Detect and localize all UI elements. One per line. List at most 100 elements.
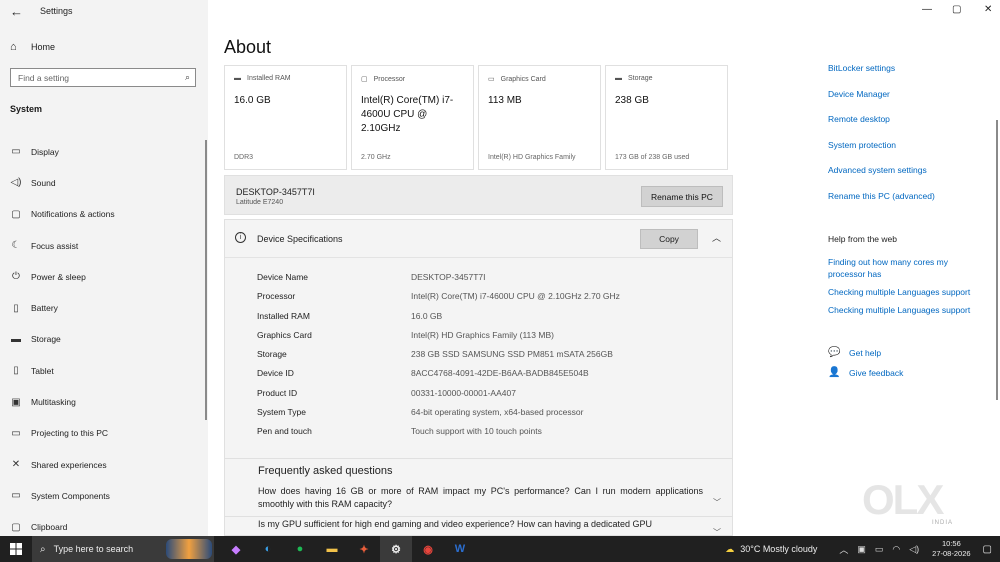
page-scrollbar[interactable] [996, 120, 998, 400]
sidebar-item-battery[interactable]: ▯ Battery [10, 292, 115, 323]
search-icon: ⌕ [184, 72, 190, 82]
sidebar-item-label: Sound [31, 177, 56, 188]
rename-pc-button[interactable]: Rename this PC [641, 186, 723, 207]
link-advanced-system[interactable]: Advanced system settings [828, 164, 927, 176]
taskbar-search[interactable]: ⌕ Type here to search [32, 536, 214, 562]
display-icon: ▭ [11, 146, 21, 158]
web-link-cores[interactable]: Finding out how many cores my processor … [828, 256, 968, 280]
copy-button[interactable]: Copy [640, 229, 698, 249]
weather-widget[interactable]: ☁ 30°C Mostly cloudy [725, 544, 817, 555]
graphics-icon: ▭ [488, 76, 495, 83]
card-sub: 173 GB of 238 GB used [615, 154, 690, 161]
storage-icon: ▬ [615, 75, 622, 82]
back-arrow-icon[interactable]: ← [10, 4, 23, 19]
chevron-down-icon[interactable]: ﹀ [713, 497, 721, 508]
multitasking-icon: ▣ [11, 396, 21, 408]
spec-row: System Type 64-bit operating system, x64-… [257, 407, 620, 426]
faq-question[interactable]: How does having 16 GB or more of RAM imp… [258, 485, 703, 511]
edge-icon[interactable]: ◐ [252, 536, 284, 562]
clock[interactable]: 10:56 27-08-2026 [932, 539, 970, 559]
spec-key: Product ID [257, 387, 298, 398]
give-feedback-label: Give feedback [849, 367, 904, 378]
sidebar-item-label: Focus assist [31, 240, 79, 251]
chevron-up-icon[interactable]: ︿ [839, 543, 848, 556]
spotify-icon[interactable]: ● [284, 536, 316, 562]
sidebar-item-notifications[interactable]: ▢ Notifications & actions [10, 199, 114, 230]
card-value: Intel(R) Core(TM) i7-4600U CPU @ 2.10GHz [361, 95, 454, 134]
sidebar-item-focus-assist[interactable]: ☾ Focus assist [10, 230, 115, 261]
card-header: Storage [628, 75, 653, 82]
sidebar-item-power[interactable]: ⏻ Power & sleep [10, 261, 115, 292]
notifications-icon: ▢ [11, 208, 21, 220]
sidebar-item-label: Tablet [31, 365, 54, 376]
notifications-icon[interactable]: ▢ [983, 544, 992, 555]
link-remote-desktop[interactable]: Remote desktop [828, 113, 890, 125]
sidebar-item-label: Display [31, 146, 59, 157]
sidebar-item-components[interactable]: ▭ System Components [10, 480, 115, 511]
card-processor: ▢ Processor Intel(R) Core(TM) i7-4600U CP… [351, 65, 474, 170]
sidebar-scrollbar[interactable] [205, 140, 207, 420]
link-device-manager[interactable]: Device Manager [828, 88, 890, 100]
sidebar-item-display[interactable]: ▭ Display [10, 136, 115, 167]
faq-question[interactable]: Is my GPU sufficient for high end gaming… [258, 518, 703, 531]
spec-row: Device Name DESKTOP-3457T7I [257, 272, 620, 291]
sidebar-item-storage[interactable]: ▬ Storage [10, 324, 115, 355]
sidebar-item-multitasking[interactable]: ▣ Multitasking [10, 386, 115, 417]
link-rename-advanced[interactable]: Rename this PC (advanced) [828, 190, 935, 202]
maximize-icon[interactable]: ▢ [952, 4, 961, 15]
app-icon[interactable]: ✦ [348, 536, 380, 562]
spec-row: Processor Intel(R) Core(TM) i7-4600U CPU … [257, 291, 620, 310]
sidebar-item-projecting[interactable]: ▭ Projecting to this PC [10, 418, 115, 449]
card-sub: 2.70 GHz [361, 154, 391, 161]
sidebar-item-label: Power & sleep [31, 271, 86, 282]
word-icon[interactable]: W [444, 536, 476, 562]
spec-value: DESKTOP-3457T7I [411, 272, 486, 282]
spec-key: Installed RAM [257, 310, 310, 321]
projecting-icon: ▭ [11, 427, 21, 439]
section-heading: System [10, 104, 43, 114]
sidebar-home[interactable]: ⌂ Home [10, 41, 55, 53]
chrome-icon[interactable]: ◉ [412, 536, 444, 562]
storage-icon: ▬ [11, 333, 21, 345]
camera-icon[interactable]: ▣ [857, 544, 866, 555]
get-help-label: Get help [849, 347, 882, 358]
card-sub: Intel(R) HD Graphics Family [488, 154, 576, 161]
shared-icon: ✕ [11, 459, 21, 471]
windows-start-icon[interactable] [0, 536, 32, 562]
sidebar-item-tablet[interactable]: ▯ Tablet [10, 355, 115, 386]
components-icon: ▭ [11, 490, 21, 502]
minimize-icon[interactable]: — [922, 4, 932, 15]
watermark-sub: INDIA [932, 520, 954, 526]
spec-row: Installed RAM 16.0 GB [257, 311, 620, 330]
sidebar-item-shared[interactable]: ✕ Shared experiences [10, 449, 115, 480]
window-title: Settings [40, 6, 73, 16]
spec-header[interactable]: i Device Specifications Copy ︿ [225, 220, 732, 258]
card-value: 16.0 GB [234, 95, 271, 106]
web-link-languages[interactable]: Checking multiple Languages support [828, 286, 970, 298]
spec-row: Graphics Card Intel(R) HD Graphics Family… [257, 330, 620, 349]
close-icon[interactable]: ✕ [984, 4, 992, 15]
sidebar-item-sound[interactable]: ◁) Sound [10, 167, 115, 198]
file-explorer-icon[interactable]: ▬ [316, 536, 348, 562]
spec-rows: Device Name DESKTOP-3457T7I Processor Inte… [257, 272, 620, 446]
link-system-protection[interactable]: System protection [828, 139, 896, 151]
find-setting-input[interactable]: Find a setting ⌕ [10, 68, 196, 87]
spec-row: Device ID 8ACC4768-4091-42DE-B6AA-BADB845… [257, 368, 620, 387]
copilot-icon[interactable]: ◆ [220, 536, 252, 562]
spec-key: System Type [257, 407, 306, 418]
clipboard-icon: ▢ [11, 521, 21, 533]
battery-icon[interactable]: ▭ [875, 544, 884, 555]
link-bitlocker[interactable]: BitLocker settings [828, 62, 895, 74]
tablet-icon: ▯ [13, 365, 19, 377]
spec-key: Device Name [257, 272, 309, 282]
give-feedback-link[interactable]: 👤 Give feedback [828, 367, 903, 378]
get-help-link[interactable]: 💬 Get help [828, 347, 881, 358]
help-heading: Help from the web [828, 234, 897, 244]
spec-value: Intel(R) HD Graphics Family (113 MB) [411, 329, 554, 340]
wifi-icon[interactable]: ◠ [892, 544, 900, 555]
chevron-up-icon[interactable]: ︿ [712, 231, 721, 244]
web-link-languages[interactable]: Checking multiple Languages support [828, 304, 970, 316]
volume-icon[interactable]: ◁) [909, 544, 919, 555]
settings-icon[interactable]: ⚙ [380, 536, 412, 562]
sidebar-item-label: Clipboard [31, 522, 68, 533]
